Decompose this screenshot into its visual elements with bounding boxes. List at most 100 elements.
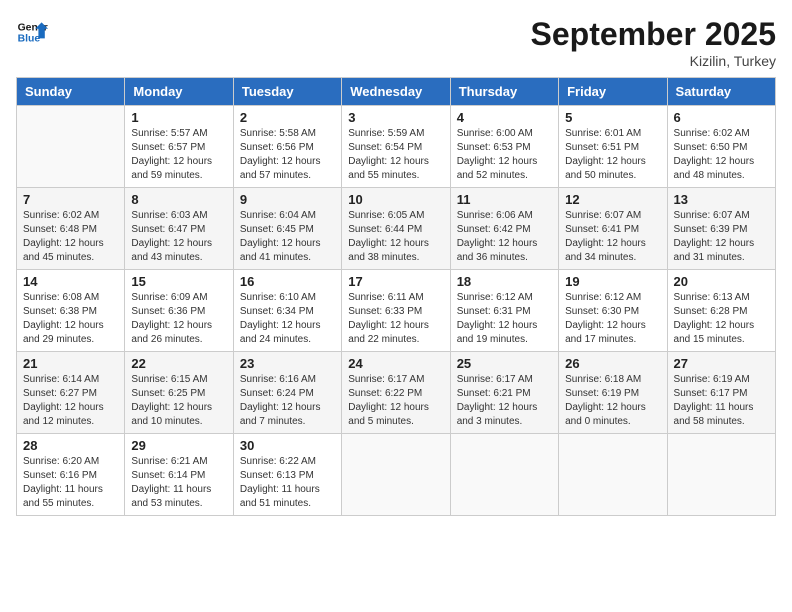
day-info: Sunrise: 6:11 AMSunset: 6:33 PMDaylight:… — [348, 291, 443, 347]
day-info: Sunrise: 6:20 AMSunset: 6:16 PMDaylight:… — [23, 455, 118, 511]
day-number: 14 — [23, 274, 118, 289]
day-cell: 26 Sunrise: 6:18 AMSunset: 6:19 PMDayligh… — [559, 352, 667, 434]
week-row-1: 1 Sunrise: 5:57 AMSunset: 6:57 PMDaylight… — [17, 106, 776, 188]
day-info: Sunrise: 6:14 AMSunset: 6:27 PMDaylight:… — [23, 373, 118, 429]
day-number: 5 — [565, 110, 660, 125]
title-block: September 2025 Kizilin, Turkey — [531, 16, 776, 69]
day-info: Sunrise: 5:58 AMSunset: 6:56 PMDaylight:… — [240, 127, 335, 183]
day-cell: 20 Sunrise: 6:13 AMSunset: 6:28 PMDayligh… — [667, 270, 775, 352]
day-number: 4 — [457, 110, 552, 125]
day-number: 27 — [674, 356, 769, 371]
weekday-tuesday: Tuesday — [233, 78, 341, 106]
logo-icon: General Blue — [16, 16, 48, 48]
day-number: 10 — [348, 192, 443, 207]
day-info: Sunrise: 6:18 AMSunset: 6:19 PMDaylight:… — [565, 373, 660, 429]
day-cell: 3 Sunrise: 5:59 AMSunset: 6:54 PMDaylight… — [342, 106, 450, 188]
weekday-thursday: Thursday — [450, 78, 558, 106]
location: Kizilin, Turkey — [531, 53, 776, 69]
day-info: Sunrise: 6:07 AMSunset: 6:39 PMDaylight:… — [674, 209, 769, 265]
day-cell: 14 Sunrise: 6:08 AMSunset: 6:38 PMDayligh… — [17, 270, 125, 352]
calendar-table: SundayMondayTuesdayWednesdayThursdayFrid… — [16, 77, 776, 516]
day-info: Sunrise: 5:59 AMSunset: 6:54 PMDaylight:… — [348, 127, 443, 183]
week-row-5: 28Sunrise: 6:20 AMSunset: 6:16 PMDayligh… — [17, 434, 776, 516]
day-number: 7 — [23, 192, 118, 207]
day-info: Sunrise: 6:22 AMSunset: 6:13 PMDaylight:… — [240, 455, 335, 511]
day-cell: 30 Sunrise: 6:22 AMSunset: 6:13 PMDayligh… — [233, 434, 341, 516]
day-info: Sunrise: 6:03 AMSunset: 6:47 PMDaylight:… — [131, 209, 226, 265]
day-cell — [450, 434, 558, 516]
day-cell: 19 Sunrise: 6:12 AMSunset: 6:30 PMDayligh… — [559, 270, 667, 352]
day-info: Sunrise: 6:16 AMSunset: 6:24 PMDaylight:… — [240, 373, 335, 429]
week-row-2: 7 Sunrise: 6:02 AMSunset: 6:48 PMDaylight… — [17, 188, 776, 270]
day-number: 30 — [240, 438, 335, 453]
day-info: Sunrise: 6:17 AMSunset: 6:22 PMDaylight:… — [348, 373, 443, 429]
day-cell: 22 Sunrise: 6:15 AMSunset: 6:25 PMDayligh… — [125, 352, 233, 434]
day-info: Sunrise: 5:57 AMSunset: 6:57 PMDaylight:… — [131, 127, 226, 183]
weekday-friday: Friday — [559, 78, 667, 106]
day-info: Sunrise: 6:00 AMSunset: 6:53 PMDaylight:… — [457, 127, 552, 183]
day-number: 18 — [457, 274, 552, 289]
day-cell: 7 Sunrise: 6:02 AMSunset: 6:48 PMDaylight… — [17, 188, 125, 270]
week-row-4: 21Sunrise: 6:14 AMSunset: 6:27 PMDayligh… — [17, 352, 776, 434]
day-number: 23 — [240, 356, 335, 371]
day-number: 1 — [131, 110, 226, 125]
day-cell: 11 Sunrise: 6:06 AMSunset: 6:42 PMDayligh… — [450, 188, 558, 270]
day-number: 26 — [565, 356, 660, 371]
day-info: Sunrise: 6:12 AMSunset: 6:30 PMDaylight:… — [565, 291, 660, 347]
day-cell: 9Sunrise: 6:04 AMSunset: 6:45 PMDaylight… — [233, 188, 341, 270]
day-cell: 6 Sunrise: 6:02 AMSunset: 6:50 PMDaylight… — [667, 106, 775, 188]
weekday-sunday: Sunday — [17, 78, 125, 106]
day-cell — [17, 106, 125, 188]
day-number: 20 — [674, 274, 769, 289]
day-cell: 23 Sunrise: 6:16 AMSunset: 6:24 PMDayligh… — [233, 352, 341, 434]
day-info: Sunrise: 6:15 AMSunset: 6:25 PMDaylight:… — [131, 373, 226, 429]
day-info: Sunrise: 6:12 AMSunset: 6:31 PMDaylight:… — [457, 291, 552, 347]
day-number: 15 — [131, 274, 226, 289]
day-cell: 1 Sunrise: 5:57 AMSunset: 6:57 PMDaylight… — [125, 106, 233, 188]
week-row-3: 14 Sunrise: 6:08 AMSunset: 6:38 PMDayligh… — [17, 270, 776, 352]
day-cell: 17 Sunrise: 6:11 AMSunset: 6:33 PMDayligh… — [342, 270, 450, 352]
day-number: 8 — [131, 192, 226, 207]
day-number: 25 — [457, 356, 552, 371]
day-cell: 24Sunrise: 6:17 AMSunset: 6:22 PMDayligh… — [342, 352, 450, 434]
day-cell — [667, 434, 775, 516]
day-cell: 21Sunrise: 6:14 AMSunset: 6:27 PMDayligh… — [17, 352, 125, 434]
day-number: 6 — [674, 110, 769, 125]
day-cell: 8 Sunrise: 6:03 AMSunset: 6:47 PMDaylight… — [125, 188, 233, 270]
day-cell: 15 Sunrise: 6:09 AMSunset: 6:36 PMDayligh… — [125, 270, 233, 352]
weekday-wednesday: Wednesday — [342, 78, 450, 106]
svg-text:Blue: Blue — [18, 34, 41, 45]
day-number: 3 — [348, 110, 443, 125]
day-info: Sunrise: 6:07 AMSunset: 6:41 PMDaylight:… — [565, 209, 660, 265]
page-header: General Blue September 2025 Kizilin, Tur… — [16, 16, 776, 69]
day-cell: 29 Sunrise: 6:21 AMSunset: 6:14 PMDayligh… — [125, 434, 233, 516]
day-number: 29 — [131, 438, 226, 453]
day-info: Sunrise: 6:09 AMSunset: 6:36 PMDaylight:… — [131, 291, 226, 347]
logo: General Blue — [16, 16, 48, 48]
day-cell — [342, 434, 450, 516]
day-info: Sunrise: 6:19 AMSunset: 6:17 PMDaylight:… — [674, 373, 769, 429]
day-cell: 12 Sunrise: 6:07 AMSunset: 6:41 PMDayligh… — [559, 188, 667, 270]
day-number: 17 — [348, 274, 443, 289]
day-cell: 28Sunrise: 6:20 AMSunset: 6:16 PMDayligh… — [17, 434, 125, 516]
day-info: Sunrise: 6:21 AMSunset: 6:14 PMDaylight:… — [131, 455, 226, 511]
day-cell: 2 Sunrise: 5:58 AMSunset: 6:56 PMDaylight… — [233, 106, 341, 188]
day-number: 9 — [240, 192, 335, 207]
day-info: Sunrise: 6:02 AMSunset: 6:50 PMDaylight:… — [674, 127, 769, 183]
day-cell: 4 Sunrise: 6:00 AMSunset: 6:53 PMDaylight… — [450, 106, 558, 188]
day-number: 11 — [457, 192, 552, 207]
day-cell: 10Sunrise: 6:05 AMSunset: 6:44 PMDayligh… — [342, 188, 450, 270]
day-info: Sunrise: 6:06 AMSunset: 6:42 PMDaylight:… — [457, 209, 552, 265]
calendar-body: 1 Sunrise: 5:57 AMSunset: 6:57 PMDaylight… — [17, 106, 776, 516]
day-number: 2 — [240, 110, 335, 125]
day-number: 19 — [565, 274, 660, 289]
day-number: 12 — [565, 192, 660, 207]
day-number: 22 — [131, 356, 226, 371]
day-cell: 25Sunrise: 6:17 AMSunset: 6:21 PMDayligh… — [450, 352, 558, 434]
day-info: Sunrise: 6:02 AMSunset: 6:48 PMDaylight:… — [23, 209, 118, 265]
day-info: Sunrise: 6:13 AMSunset: 6:28 PMDaylight:… — [674, 291, 769, 347]
day-info: Sunrise: 6:08 AMSunset: 6:38 PMDaylight:… — [23, 291, 118, 347]
day-cell: 27 Sunrise: 6:19 AMSunset: 6:17 PMDayligh… — [667, 352, 775, 434]
day-info: Sunrise: 6:10 AMSunset: 6:34 PMDaylight:… — [240, 291, 335, 347]
day-number: 16 — [240, 274, 335, 289]
